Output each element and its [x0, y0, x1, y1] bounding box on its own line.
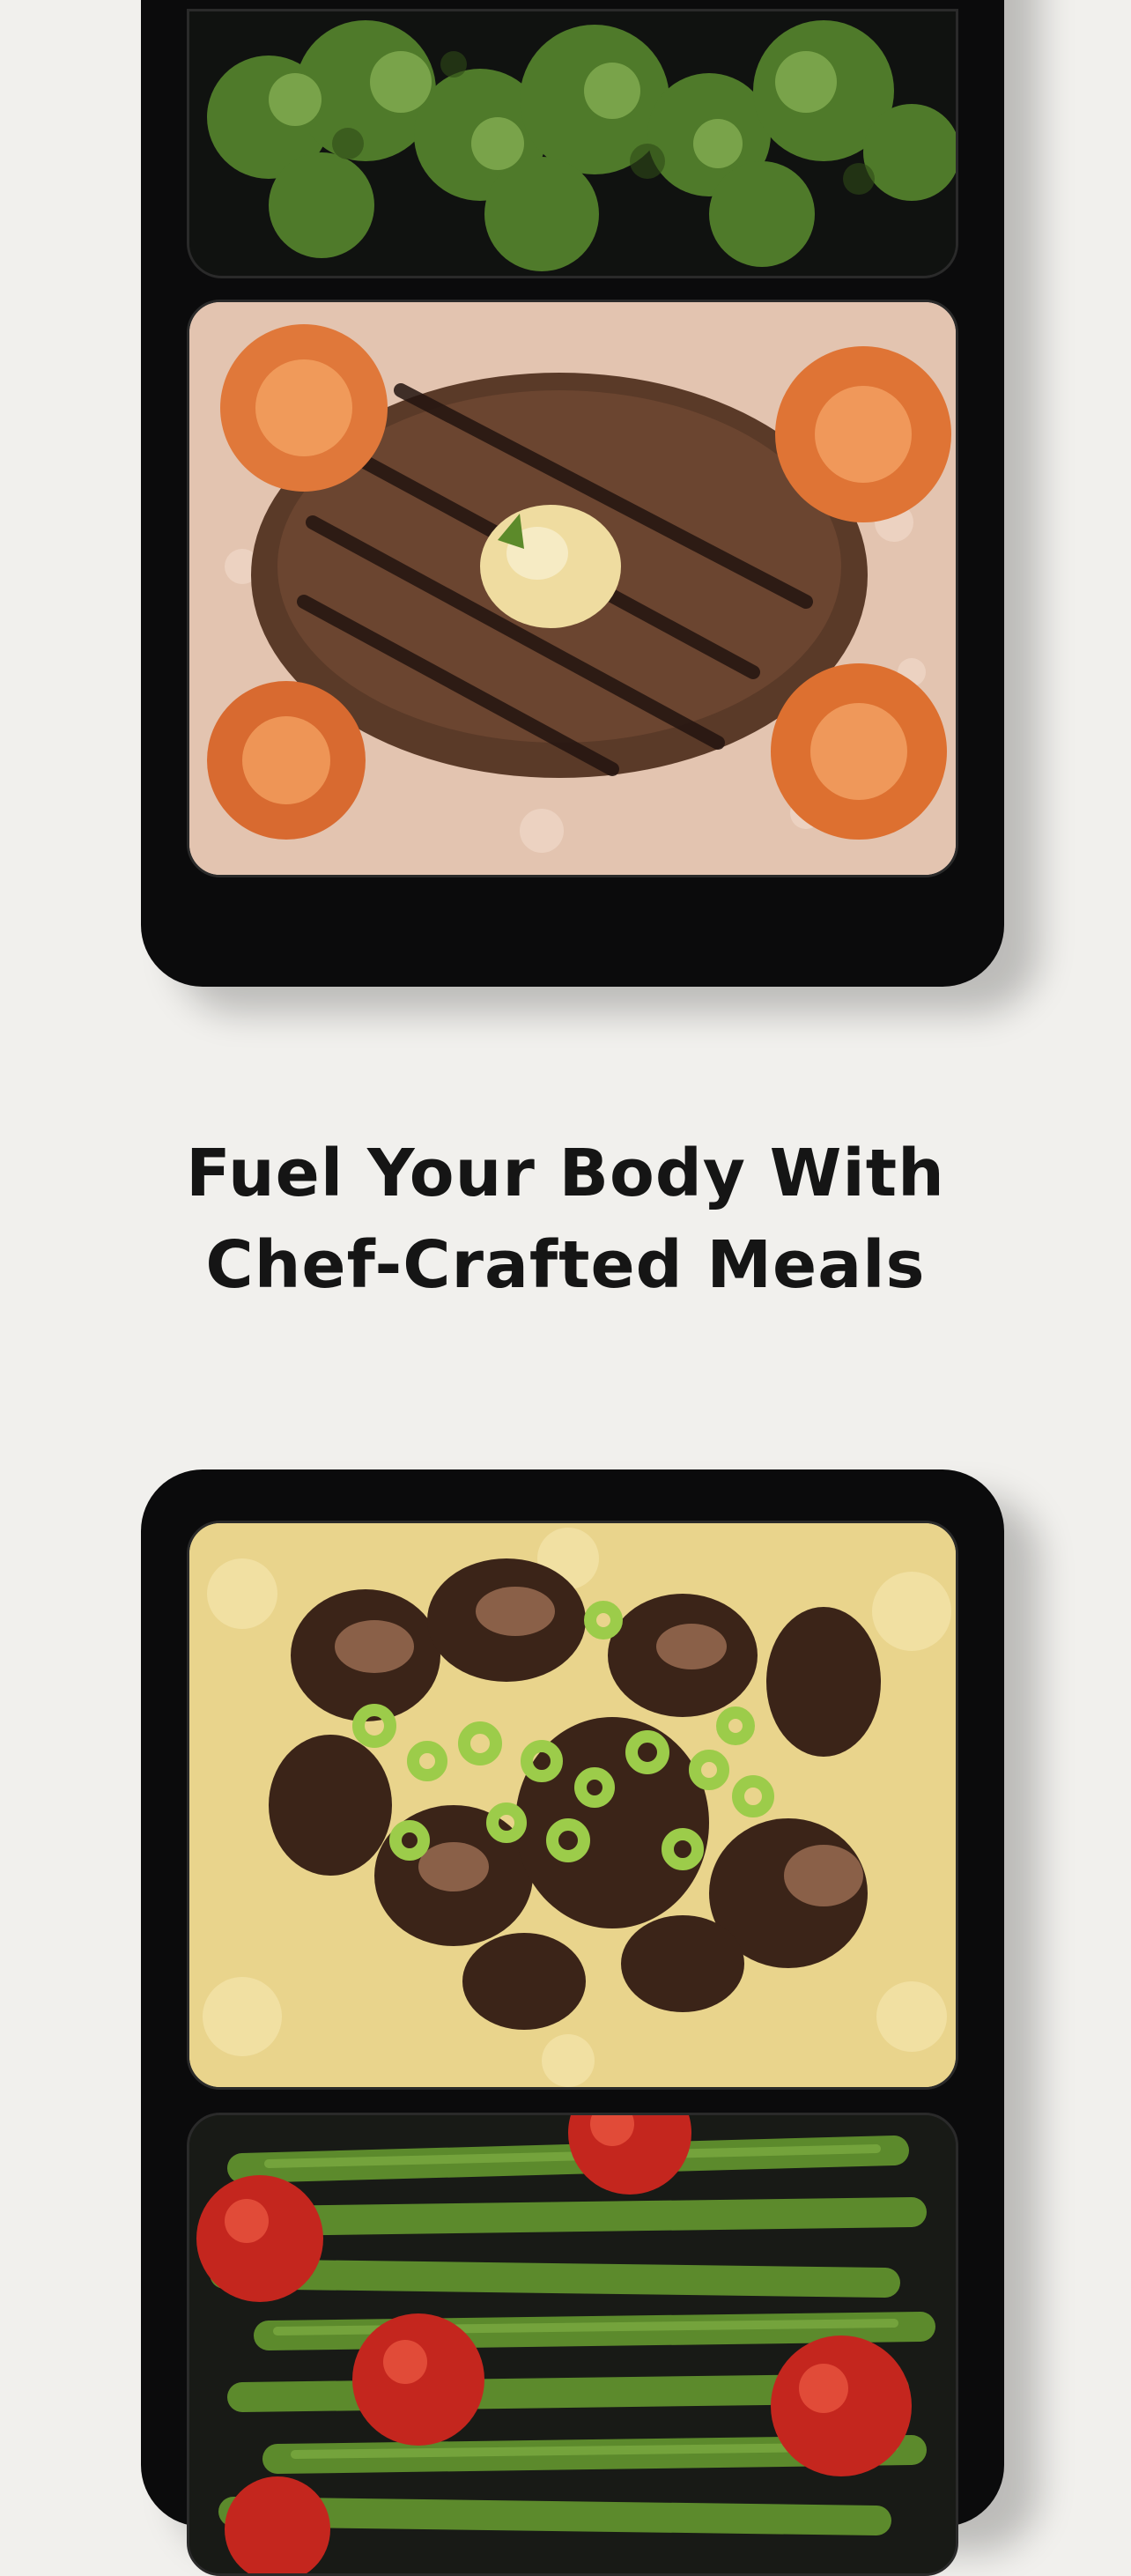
broccoli-image [189, 11, 956, 276]
headline: Fuel Your Body With Chef-Crafted Meals [0, 1128, 1131, 1311]
headline-line-2: Chef-Crafted Meals [205, 1227, 926, 1303]
meal-tray-top [141, 0, 1004, 987]
steak-compartment [187, 300, 958, 877]
green-beans-compartment [187, 2113, 958, 2576]
green-beans-tomatoes-image [189, 2115, 956, 2573]
headline-line-1: Fuel Your Body With [186, 1136, 945, 1211]
steak-shrimp-image [189, 302, 956, 875]
potato-mushroom-compartment [187, 1521, 958, 2090]
meal-tray-bottom [141, 1469, 1004, 2576]
mushroom-mashed-potato-image [189, 1523, 956, 2087]
broccoli-compartment [187, 9, 958, 278]
